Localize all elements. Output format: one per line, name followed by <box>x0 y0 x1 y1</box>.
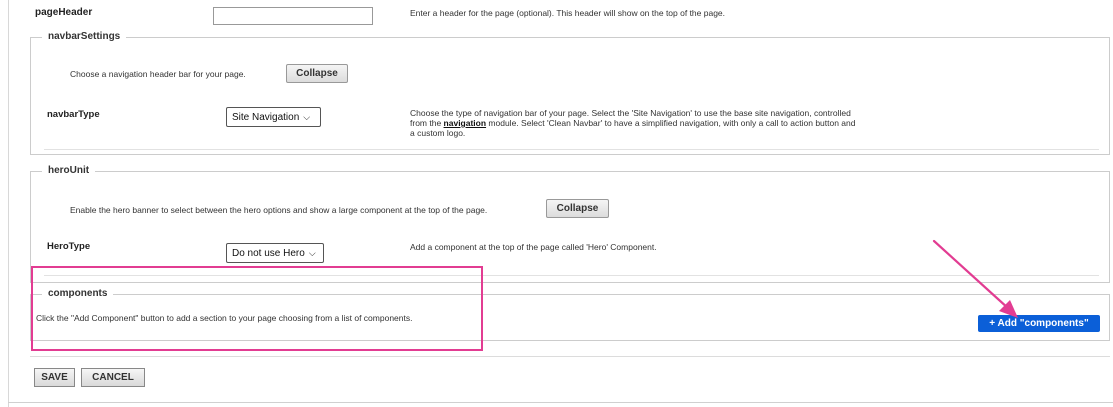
page-header-description: Enter a header for the page (optional). … <box>410 8 726 18</box>
form-separator <box>30 356 1110 357</box>
add-components-button[interactable]: + Add "components" <box>978 315 1100 332</box>
navbar-separator <box>44 149 1099 150</box>
hero-type-value: Do not use Hero <box>232 247 305 259</box>
navbar-settings-legend: navbarSettings <box>42 31 127 42</box>
navbar-type-value: Site Navigation <box>232 111 300 123</box>
annotation-highlight-box <box>31 266 483 351</box>
bottom-border <box>8 402 1113 403</box>
hero-type-label: HeroType <box>47 241 91 252</box>
navigation-link[interactable]: navigation <box>444 118 487 128</box>
save-button[interactable]: SAVE <box>34 368 75 387</box>
navbar-collapse-button[interactable]: Collapse <box>286 64 348 83</box>
hero-type-description: Add a component at the top of the page c… <box>410 242 657 252</box>
navbar-desc-line3: a custom logo. <box>410 128 466 138</box>
navbar-settings-intro: Choose a navigation header bar for your … <box>70 69 246 79</box>
navbar-type-select[interactable]: Site Navigation ⌵ <box>226 107 321 127</box>
navbar-desc-suffix: module. Select 'Clean Navbar' to have a … <box>486 118 856 128</box>
navbar-type-description: Choose the type of navigation bar of you… <box>410 108 930 138</box>
navbar-desc-line2: from the navigation module. Select 'Clea… <box>410 118 930 128</box>
chevron-down-icon: ⌵ <box>308 247 316 258</box>
navbar-type-label: navbarType <box>47 109 100 120</box>
left-border <box>8 0 9 407</box>
hero-unit-intro: Enable the hero banner to select between… <box>70 205 488 215</box>
cancel-button[interactable]: CANCEL <box>81 368 145 387</box>
hero-collapse-button[interactable]: Collapse <box>546 199 609 218</box>
hero-unit-legend: heroUnit <box>42 165 96 176</box>
navbar-desc-line1: Choose the type of navigation bar of you… <box>410 108 851 118</box>
chevron-down-icon: ⌵ <box>303 111 311 122</box>
hero-type-select[interactable]: Do not use Hero ⌵ <box>226 243 324 263</box>
page-header-input[interactable] <box>213 7 373 25</box>
navbar-desc-prefix: from the <box>410 118 444 128</box>
page-header-label: pageHeader <box>35 7 93 18</box>
